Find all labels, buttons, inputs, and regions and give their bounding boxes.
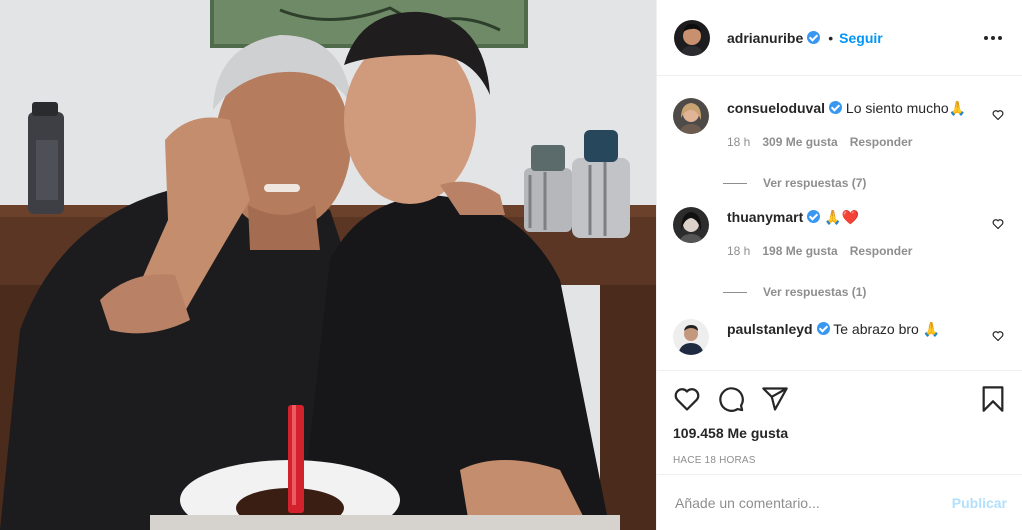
author-avatar[interactable] [674, 19, 710, 56]
replies-divider [723, 291, 747, 293]
verified-badge-icon [816, 322, 830, 335]
view-replies-label: Ver respuestas (7) [763, 176, 867, 190]
post-photo-image [0, 0, 656, 530]
comments-list[interactable]: consueloduval Lo siento mucho🙏 18 h 309 … [657, 76, 1022, 370]
separator-dot: • [828, 29, 834, 46]
comment-meta: 18 h 309 Me gusta Responder [727, 132, 977, 152]
comment-text: 🙏❤️ [824, 209, 859, 225]
post-timestamp[interactable]: HACE 18 HORAS [673, 455, 1007, 466]
post-side-panel: adrianuribe • Seguir consueloduval Lo si… [656, 0, 1022, 530]
comment-time[interactable]: 18 h [727, 241, 750, 261]
author-username[interactable]: adrianuribe [727, 30, 803, 46]
commenter-avatar[interactable] [673, 319, 709, 355]
comment-like-button[interactable] [992, 108, 1004, 126]
post-actions: 109.458 Me gusta HACE 18 HORAS [657, 370, 1022, 474]
share-icon [762, 387, 788, 411]
view-replies-label: Ver respuestas (1) [763, 285, 867, 299]
post-photo[interactable] [0, 0, 656, 530]
heart-icon [992, 110, 1004, 121]
comment-likes[interactable]: 309 Me gusta [762, 132, 837, 152]
commenter-username[interactable]: consueloduval [727, 100, 825, 116]
heart-icon [992, 331, 1004, 342]
verified-badge-icon [807, 210, 821, 223]
heart-icon [674, 388, 700, 411]
more-options-button[interactable] [980, 32, 1006, 44]
comment-input[interactable] [675, 494, 944, 511]
comment-item: consueloduval Lo siento mucho🙏 18 h 309 … [673, 98, 1006, 193]
replies-divider [723, 182, 747, 184]
more-icon [984, 35, 988, 40]
comment-meta: 18 h 198 Me gusta Responder [727, 241, 977, 261]
commenter-username[interactable]: paulstanleyd [727, 321, 813, 337]
commenter-avatar[interactable] [673, 207, 709, 243]
verified-badge-icon [829, 101, 843, 114]
verified-badge-icon [807, 31, 821, 44]
commenter-avatar[interactable] [673, 98, 709, 134]
bookmark-icon [982, 386, 1004, 412]
comment-icon [719, 387, 744, 412]
heart-icon [992, 219, 1004, 230]
publish-button[interactable]: Publicar [952, 495, 1007, 511]
action-icons [673, 371, 1007, 423]
comment-item: paulstanleyd Te abrazo bro 🙏 [673, 319, 1006, 355]
share-button[interactable] [761, 385, 789, 413]
post-header: adrianuribe • Seguir [657, 0, 1022, 76]
commenter-username[interactable]: thuanymart [727, 209, 803, 225]
comment-text: Te abrazo bro 🙏 [833, 321, 941, 337]
view-replies-button[interactable]: Ver respuestas (7) [723, 173, 977, 193]
comment-likes[interactable]: 198 Me gusta [762, 241, 837, 261]
comment-item: thuanymart 🙏❤️ 18 h 198 Me gusta Respond… [673, 207, 1006, 302]
comment-time[interactable]: 18 h [727, 132, 750, 152]
comment-like-button[interactable] [992, 217, 1004, 235]
reply-button[interactable]: Responder [850, 241, 913, 261]
like-button[interactable] [673, 385, 701, 413]
save-button[interactable] [979, 385, 1007, 413]
likes-count[interactable]: 109.458 Me gusta [673, 425, 1007, 441]
add-comment-bar: Publicar [657, 474, 1022, 530]
view-replies-button[interactable]: Ver respuestas (1) [723, 282, 977, 302]
comment-button[interactable] [717, 385, 745, 413]
comment-like-button[interactable] [992, 329, 1004, 347]
reply-button[interactable]: Responder [850, 132, 913, 152]
follow-button[interactable]: Seguir [839, 30, 883, 46]
comment-text: Lo siento mucho🙏 [845, 100, 967, 116]
